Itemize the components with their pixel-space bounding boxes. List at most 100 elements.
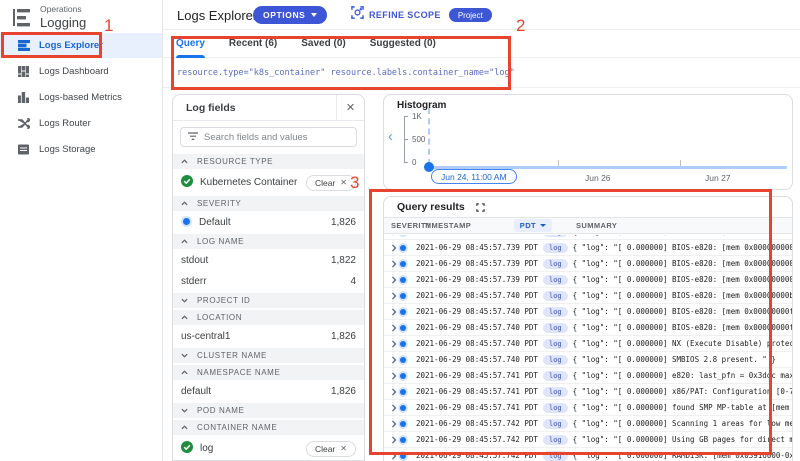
field-value-label: us-central1: [181, 331, 230, 342]
clear-filter-button[interactable]: Clear✕: [306, 441, 356, 457]
tab-saved-0-[interactable]: Saved (0): [301, 30, 345, 58]
field-section-cluster-name[interactable]: CLUSTER NAME: [173, 348, 364, 363]
log-row[interactable]: 2021-06-29 08:45:57.739 PDTlog{ "log": "…: [384, 240, 792, 256]
log-summary: { "log": "[ 0.000000] Scanning 1 areas f…: [573, 419, 792, 428]
log-row[interactable]: 2021-06-29 08:45:57.742 PDTlog{ "log": "…: [384, 416, 792, 432]
field-section-container-name[interactable]: CONTAINER NAME: [173, 420, 364, 435]
field-section-log-name[interactable]: LOG NAME: [173, 234, 364, 249]
field-section-location[interactable]: LOCATION: [173, 310, 364, 325]
chevron-right-icon[interactable]: [384, 388, 400, 396]
chevron-right-icon[interactable]: [384, 340, 400, 348]
sidebar-item-logs-dashboard[interactable]: Logs Dashboard: [0, 59, 162, 84]
chevron-right-icon[interactable]: [384, 324, 400, 332]
options-button[interactable]: OPTIONS: [253, 6, 327, 24]
field-value-us-central1[interactable]: us-central11,826: [173, 327, 364, 346]
severity-default-icon: [400, 437, 416, 443]
chevron-right-icon[interactable]: [384, 244, 400, 252]
field-value-default[interactable]: Default1,826: [173, 213, 364, 232]
log-row[interactable]: 2021-06-29 08:45:57.742 PDTlog{ "log": "…: [384, 432, 792, 448]
log-row[interactable]: 2021-06-29 08:45:57.739 PDTlog{ "log": "…: [384, 272, 792, 288]
tab-recent-6-[interactable]: Recent (6): [229, 30, 277, 58]
log-row[interactable]: 2021-06-29 08:45:57.739 PDTlog{ "log": "…: [384, 256, 792, 272]
field-value-kubernetes-container[interactable]: Kubernetes ContainerClear✕: [173, 171, 364, 194]
severity-default-icon: [400, 453, 416, 459]
query-editor[interactable]: resource.type="k8s_container" resource.l…: [163, 58, 800, 88]
chevron-right-icon[interactable]: [384, 452, 400, 460]
log-summary: { "log": "[ 0.000000] NX (Execute Disabl…: [573, 339, 792, 348]
log-row[interactable]: 2021-06-29 08:45:57.740 PDTlog{ "log": "…: [384, 352, 792, 368]
field-section-severity[interactable]: SEVERITY: [173, 196, 364, 211]
log-row[interactable]: 2021-06-29 08:45:57.742 PDTlog{ "log": "…: [384, 448, 792, 461]
chevron-left-icon[interactable]: ‹: [388, 128, 393, 145]
chevron-down-icon: [181, 406, 188, 415]
chevron-right-icon[interactable]: [384, 235, 400, 236]
sidebar-item-logs-storage[interactable]: Logs Storage: [0, 137, 162, 162]
field-value-stderr[interactable]: stderr4: [173, 272, 364, 291]
severity-default-icon: [400, 325, 416, 331]
log-summary: { "log": "[ 0.000000] found SMP MP-table…: [573, 403, 792, 412]
sidebar: Operations Logging Logs ExplorerLogs Das…: [0, 0, 163, 461]
sidebar-nav: Logs Explorer Logs Dashboard Logs-based Me…: [0, 33, 162, 163]
histogram-title: Histogram: [397, 100, 446, 111]
fullscreen-icon[interactable]: [476, 203, 485, 212]
log-row[interactable]: 2021-06-29 08:45:57.741 PDTlog{ "log": "…: [384, 400, 792, 416]
sidebar-item-logs-based-metrics[interactable]: Logs-based Metrics: [0, 85, 162, 110]
clear-label: Clear: [315, 444, 335, 454]
log-summary: { "log": "[ 0.000000] BIOS-e820: [mem 0x…: [573, 243, 792, 252]
severity-default-icon: [400, 309, 416, 315]
chevron-right-icon[interactable]: [384, 436, 400, 444]
logs-dashboard-icon: [17, 65, 30, 78]
field-section-namespace-name[interactable]: NAMESPACE NAME: [173, 365, 364, 380]
chevron-right-icon[interactable]: [384, 372, 400, 380]
close-icon[interactable]: ✕: [337, 95, 364, 121]
severity-default-icon: [400, 341, 416, 347]
column-severity: SEVERITY: [384, 221, 424, 230]
query-results-title: Query results: [397, 201, 465, 213]
clear-filter-button[interactable]: Clear✕: [306, 175, 356, 191]
log-row[interactable]: 2021-06-29 08:45:57.740 PDTlog{ "log": "…: [384, 320, 792, 336]
filter-icon: [188, 128, 198, 146]
sidebar-item-label: Logs Dashboard: [39, 66, 109, 77]
log-name-badge: log: [543, 355, 568, 365]
timezone-chip[interactable]: PDT: [514, 219, 552, 232]
field-section-project-id[interactable]: PROJECT ID: [173, 293, 364, 308]
chevron-right-icon[interactable]: [384, 292, 400, 300]
chevron-right-icon[interactable]: [384, 308, 400, 316]
field-value-stdout[interactable]: stdout1,822: [173, 251, 364, 270]
log-row[interactable]: 2021-06-29 08:45:57.740 PDTlog{ "log": "…: [384, 336, 792, 352]
logging-logo-icon: [11, 8, 35, 33]
log-row[interactable]: 2021-06-29 08:45:57.740 PDTlog{ "log": "…: [384, 288, 792, 304]
chevron-right-icon[interactable]: [384, 356, 400, 364]
log-row[interactable]: 2021-06-29 08:45:57.740 PDTlog{ "log": "…: [384, 304, 792, 320]
sidebar-item-label: Logs-based Metrics: [39, 92, 122, 103]
field-section-resource-type[interactable]: RESOURCE TYPE: [173, 154, 364, 169]
field-value-default[interactable]: default1,826: [173, 382, 364, 401]
log-name-badge: log: [543, 339, 568, 349]
severity-default-icon: [400, 245, 416, 251]
refine-scope-button[interactable]: REFINE SCOPE Project: [351, 6, 492, 24]
selected-time-pill[interactable]: Jun 24, 11:00 AM: [431, 169, 517, 184]
field-section-pod-name[interactable]: POD NAME: [173, 403, 364, 418]
selected-time-line: [428, 108, 430, 165]
field-section-label: RESOURCE TYPE: [197, 157, 273, 166]
search-input[interactable]: [204, 132, 349, 143]
log-row[interactable]: 2021-06-29 08:45:57.741 PDTlog{ "log": "…: [384, 368, 792, 384]
log-summary: { "log": "[ 0.000000] BIOS-e820: [mem 0x…: [573, 291, 792, 300]
chevron-right-icon[interactable]: [384, 260, 400, 268]
log-row[interactable]: 2021-06-29 08:45:57.741 PDTlog{ "log": "…: [384, 384, 792, 400]
sidebar-item-logs-router[interactable]: Logs Router: [0, 111, 162, 136]
severity-default-icon: [400, 261, 416, 267]
sidebar-item-logs-explorer[interactable]: Logs Explorer: [0, 33, 162, 58]
chevron-right-icon[interactable]: [384, 404, 400, 412]
tab-query[interactable]: Query: [176, 30, 205, 58]
scope-project-badge[interactable]: Project: [449, 8, 492, 22]
field-value-log[interactable]: logClear✕: [173, 437, 364, 460]
chevron-right-icon[interactable]: [384, 420, 400, 428]
log-name-badge: log: [543, 451, 568, 461]
log-fields-search[interactable]: [180, 127, 357, 147]
log-fields-title: Log fields: [186, 102, 236, 114]
severity-default-icon: [400, 373, 416, 379]
chevron-right-icon[interactable]: [384, 276, 400, 284]
check-circle-icon: [181, 175, 193, 190]
tab-suggested-0-[interactable]: Suggested (0): [370, 30, 436, 58]
